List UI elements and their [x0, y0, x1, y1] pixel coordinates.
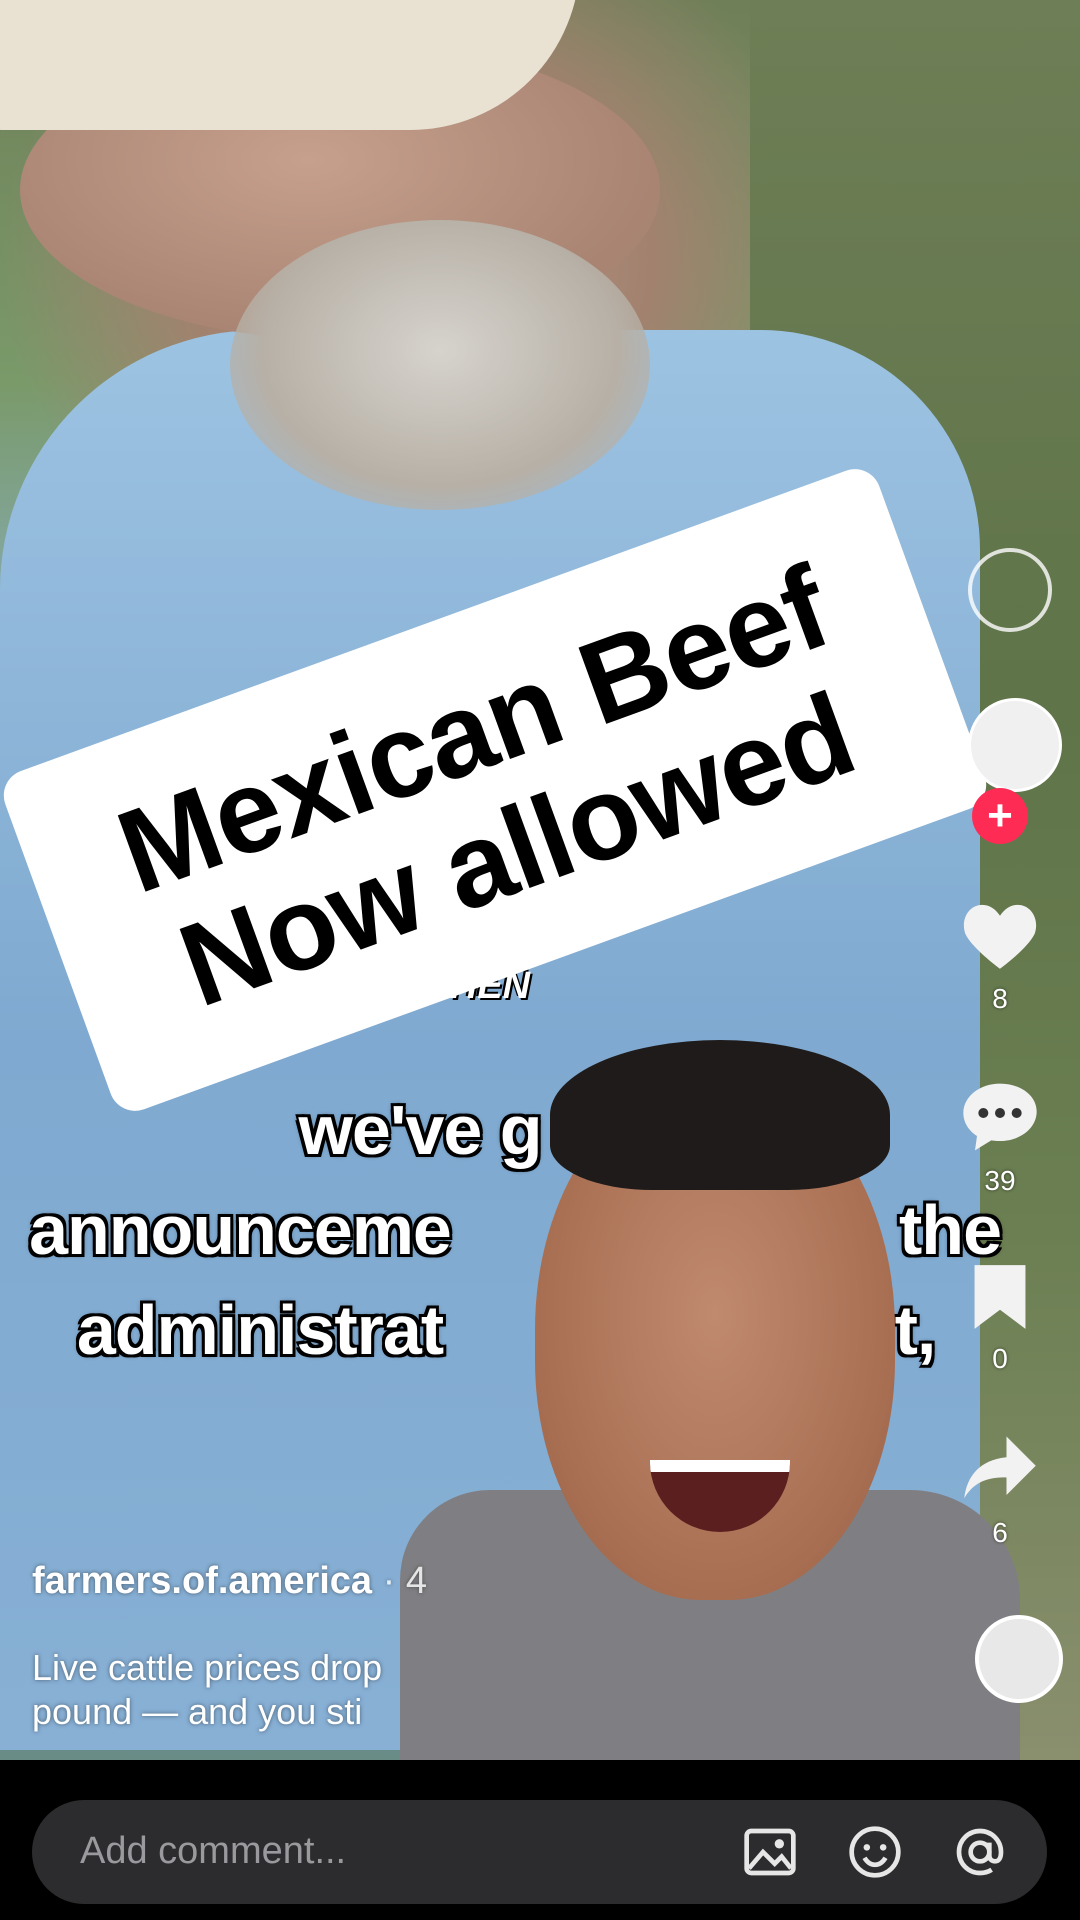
desc-line-2: pound — and you sti	[32, 1691, 363, 1732]
music-disc[interactable]	[975, 1615, 1063, 1703]
like-button[interactable]: 8	[950, 900, 1050, 1015]
save-count: 0	[992, 1343, 1008, 1374]
image-icon[interactable]	[742, 1824, 798, 1880]
comment-button[interactable]: 39	[950, 1080, 1050, 1197]
plus-icon[interactable]: +	[972, 788, 1028, 844]
search-icon[interactable]	[968, 548, 1052, 632]
comment-placeholder: Add comment...	[80, 1830, 347, 1872]
post-description[interactable]: Live cattle prices drop pound — and you …	[32, 1646, 382, 1734]
save-button[interactable]: 0	[950, 1262, 1050, 1375]
share-icon	[964, 1436, 1036, 1499]
creator-cutout	[400, 1040, 1020, 1850]
share-button[interactable]: 6	[950, 1432, 1050, 1549]
bookmark-icon	[974, 1265, 1026, 1329]
desc-line-1: Live cattle prices drop	[32, 1647, 383, 1688]
heart-icon	[963, 904, 1037, 969]
comment-count: 39	[984, 1165, 1016, 1196]
background-beard	[230, 220, 650, 510]
author-avatar[interactable]	[968, 698, 1062, 792]
post-meta: · 4	[382, 1560, 427, 1602]
comment-input[interactable]: Add comment...	[32, 1800, 1047, 1904]
video-frame[interactable]: OPLE WHEN we've g announceme the adminis…	[0, 0, 1080, 1920]
comment-icon	[963, 1083, 1037, 1151]
author-name[interactable]: farmers.of.america	[32, 1560, 372, 1602]
share-count: 6	[992, 1517, 1008, 1548]
cutout-hair	[550, 1040, 890, 1190]
emoji-icon[interactable]	[847, 1824, 903, 1880]
author-line[interactable]: farmers.of.america · 4	[32, 1560, 427, 1603]
mention-icon[interactable]	[952, 1824, 1008, 1880]
like-count: 8	[992, 983, 1008, 1014]
